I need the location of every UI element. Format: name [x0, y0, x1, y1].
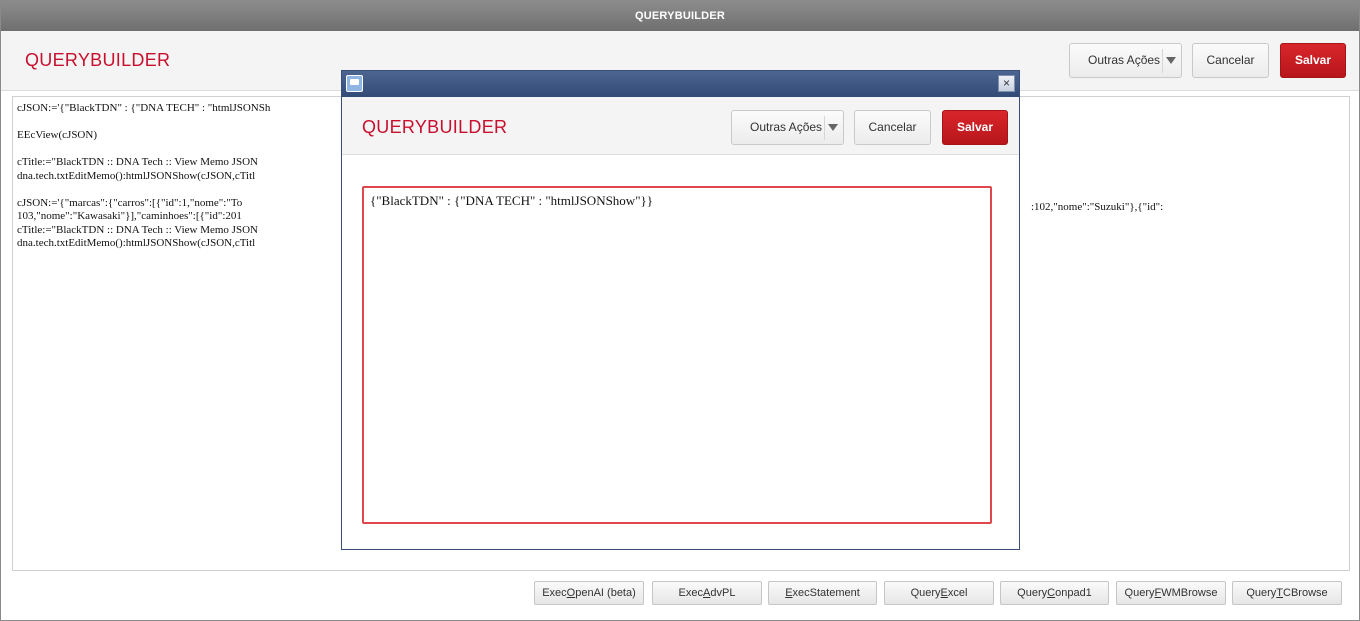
- button-label-part: xecStatement: [792, 587, 860, 599]
- button-label-part: Query: [1017, 587, 1048, 599]
- dropdown-separator: [1162, 49, 1163, 73]
- button-label-part: Query: [1246, 587, 1277, 599]
- code-line-fragment: :102,"nome":"Suzuki"},{"id":: [1031, 201, 1164, 213]
- query-conpad1-button[interactable]: QueryConpad1: [1000, 581, 1109, 605]
- button-label-part: CBrowse: [1283, 587, 1328, 599]
- button-label-part: Query: [1124, 587, 1155, 599]
- other-actions-button[interactable]: Outras Ações: [1069, 43, 1182, 78]
- dialog-other-actions-button[interactable]: Outras Ações: [731, 110, 844, 145]
- memo-dialog: × QUERYBUILDER Outras Ações Cancelar Sal…: [341, 70, 1020, 550]
- button-accelerator: E: [785, 587, 793, 599]
- dialog-title: QUERYBUILDER: [362, 117, 508, 137]
- other-actions-label: Outras Ações: [1088, 53, 1161, 67]
- button-label-part: dvPL: [710, 587, 736, 599]
- exec-statement-button[interactable]: ExecStatement: [768, 581, 877, 605]
- exec-advpl-button[interactable]: ExecAdvPL: [652, 581, 762, 605]
- query-excel-button[interactable]: QueryExcel: [884, 581, 994, 605]
- close-icon[interactable]: ×: [998, 75, 1015, 92]
- page-title: QUERYBUILDER: [25, 50, 171, 70]
- button-label-part: onpad1: [1055, 587, 1092, 599]
- save-button[interactable]: Salvar: [1280, 43, 1346, 78]
- button-accelerator: O: [566, 587, 576, 599]
- dropdown-separator: [824, 116, 825, 140]
- button-label-part: Exec: [678, 587, 704, 599]
- button-label-part: penAI (beta): [575, 587, 636, 599]
- dialog-header: QUERYBUILDER Outras Ações Cancelar Salva…: [342, 97, 1019, 155]
- bottom-toolbar: ExecOpenAI (beta) ExecAdvPL ExecStatemen…: [1, 576, 1359, 621]
- other-actions-label: Outras Ações: [750, 120, 823, 134]
- dialog-titlebar[interactable]: ×: [342, 71, 1019, 97]
- button-label-part: xcel: [947, 587, 968, 599]
- json-memo-textarea[interactable]: {"BlackTDN" : {"DNA TECH" : "htmlJSONSho…: [362, 186, 992, 524]
- window-titlebar: QUERYBUILDER: [1, 1, 1359, 31]
- button-accelerator: E: [940, 587, 948, 599]
- button-label-part: WMBrowse: [1161, 587, 1218, 599]
- query-fwmbrowse-button[interactable]: QueryFWMBrowse: [1116, 581, 1226, 605]
- window-app-icon: [346, 75, 363, 92]
- dialog-cancel-button[interactable]: Cancelar: [854, 110, 931, 145]
- dialog-save-button[interactable]: Salvar: [942, 110, 1008, 145]
- exec-openai-button[interactable]: ExecOpenAI (beta): [534, 581, 644, 605]
- button-accelerator: C: [1047, 587, 1056, 599]
- cancel-button[interactable]: Cancelar: [1192, 43, 1269, 78]
- chevron-down-icon: [1166, 57, 1176, 64]
- query-tcbrowse-button[interactable]: QueryTCBrowse: [1232, 581, 1342, 605]
- button-label-part: Exec: [542, 587, 567, 599]
- button-label-part: Query: [910, 587, 941, 599]
- chevron-down-icon: [828, 124, 838, 131]
